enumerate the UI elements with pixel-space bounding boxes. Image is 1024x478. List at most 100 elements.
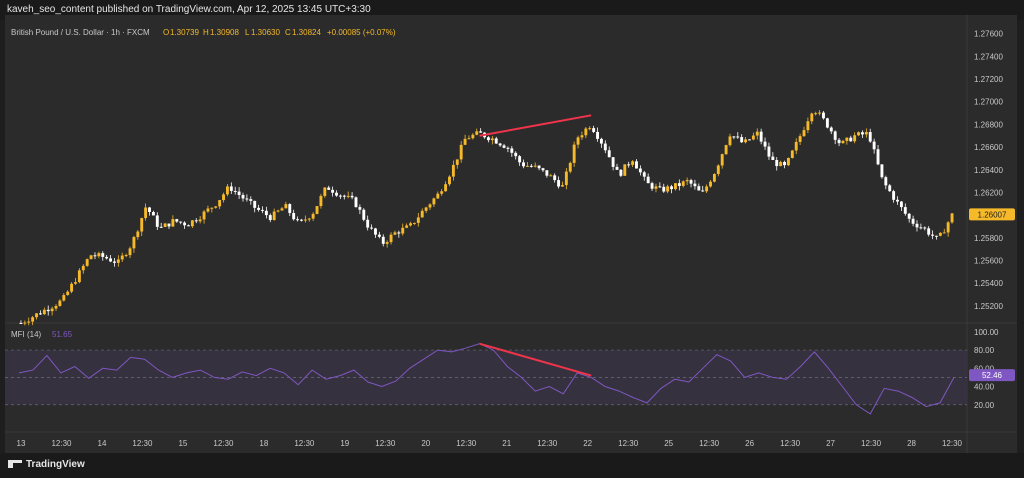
candle-body [62,295,66,301]
candle-body [759,131,763,142]
candle-body [249,199,253,201]
candle-body [514,152,518,157]
candle-body [896,199,899,202]
last-price-label: 1.26007 [978,210,1007,219]
candle-body [194,220,198,222]
candle-body [467,138,471,140]
price-tick-label: 1.25800 [974,234,1003,243]
candle-body [319,195,323,207]
time-tick-label: 26 [745,439,754,448]
candle-body [790,150,794,158]
candle-body [346,195,350,197]
candle-body [342,195,346,197]
candle-body [833,131,837,140]
candle-body [436,193,440,199]
candle-body [89,255,93,260]
candle-body [709,181,712,187]
candle-body [358,207,362,210]
candle-body [946,222,950,233]
candle-body [744,139,748,143]
candle-body [159,226,163,228]
candle-body [818,112,822,114]
candle-body [101,253,105,257]
candle-body [409,223,412,226]
ohlc-l-label: L [245,28,250,37]
candle-body [588,128,592,130]
candle-body [463,138,467,145]
price-tick-label: 1.26200 [974,188,1003,197]
candle-body [615,166,619,170]
ohlc-h-label: H [203,28,209,37]
price-tick-label: 1.26800 [974,120,1003,129]
candle-body [701,190,705,192]
candle-body [307,218,311,220]
candle-body [38,313,42,315]
candle-body [638,168,642,173]
candle-body [763,141,767,147]
time-tick-label: 19 [340,439,349,448]
candle-body [837,139,841,144]
price-axis[interactable]: 1.27600 1.27400 1.27200 1.27000 1.26800 1.266… [974,30,1003,311]
time-tick-label: 12:30 [861,439,882,448]
footer-bar: TradingView [0,453,1024,478]
candle-body [712,174,716,182]
candle-body [599,138,603,144]
candle-body [814,113,818,115]
candle-body [389,234,393,243]
candle-body [276,210,280,212]
candle-body [66,291,70,296]
time-tick-label: 22 [583,439,592,448]
candle-body [374,228,377,235]
price-tick-label: 1.27400 [974,52,1003,61]
candle-body [124,255,128,257]
candle-body [829,127,833,132]
candle-body [502,145,506,148]
candle-body [798,136,802,142]
price-chart-svg[interactable]: British Pound / U.S. Dollar · 1h · FXCM … [5,15,1017,453]
candle-body [845,137,849,141]
candle-body [397,232,401,234]
candle-body [268,215,272,221]
candle-body [187,225,190,227]
candle-body [674,183,677,190]
candle-body [451,164,455,177]
candle-body [596,131,599,139]
candle-body [233,190,237,192]
candle-body [677,183,681,186]
candle-body [132,237,136,249]
candle-body [448,176,451,185]
candle-body [884,177,888,186]
price-divergence-line[interactable] [479,114,592,137]
candle-body [206,208,210,212]
candle-body [697,186,701,191]
ohlc-o-label: O [163,28,169,37]
candle-body [635,161,638,169]
candle-body [74,282,77,284]
chart-area[interactable]: British Pound / U.S. Dollar · 1h · FXCM … [5,15,1017,453]
candle-body [261,209,264,211]
mfi-legend: MFI (14) 51.65 [11,330,73,339]
candle-body [666,186,670,192]
time-tick-label: 12:30 [780,439,801,448]
candle-body [802,130,806,137]
candle-body [876,149,880,165]
candle-body [537,165,541,169]
candle-body [938,232,942,236]
candle-body [931,234,935,236]
candle-body [748,139,751,141]
candle-body [693,183,697,187]
price-tick-label: 1.27000 [974,98,1003,107]
mfi-axis[interactable]: 100.0080.0060.0040.0020.00 [974,328,999,410]
candle-body [720,154,724,166]
candle-body [642,172,646,177]
time-tick-label: 12:30 [699,439,720,448]
candle-body [331,189,335,193]
candles [19,110,954,326]
candle-body [783,161,786,166]
time-axis[interactable]: 13 12:30 14 12:30 15 12:30 18 12:30 19 12:30 20 12:… [17,439,963,448]
candle-body [412,222,416,224]
tradingview-logo[interactable]: TradingView [8,459,85,470]
time-tick-label: 12:30 [618,439,639,448]
time-tick-label: 14 [98,439,107,448]
candle-body [280,208,284,211]
